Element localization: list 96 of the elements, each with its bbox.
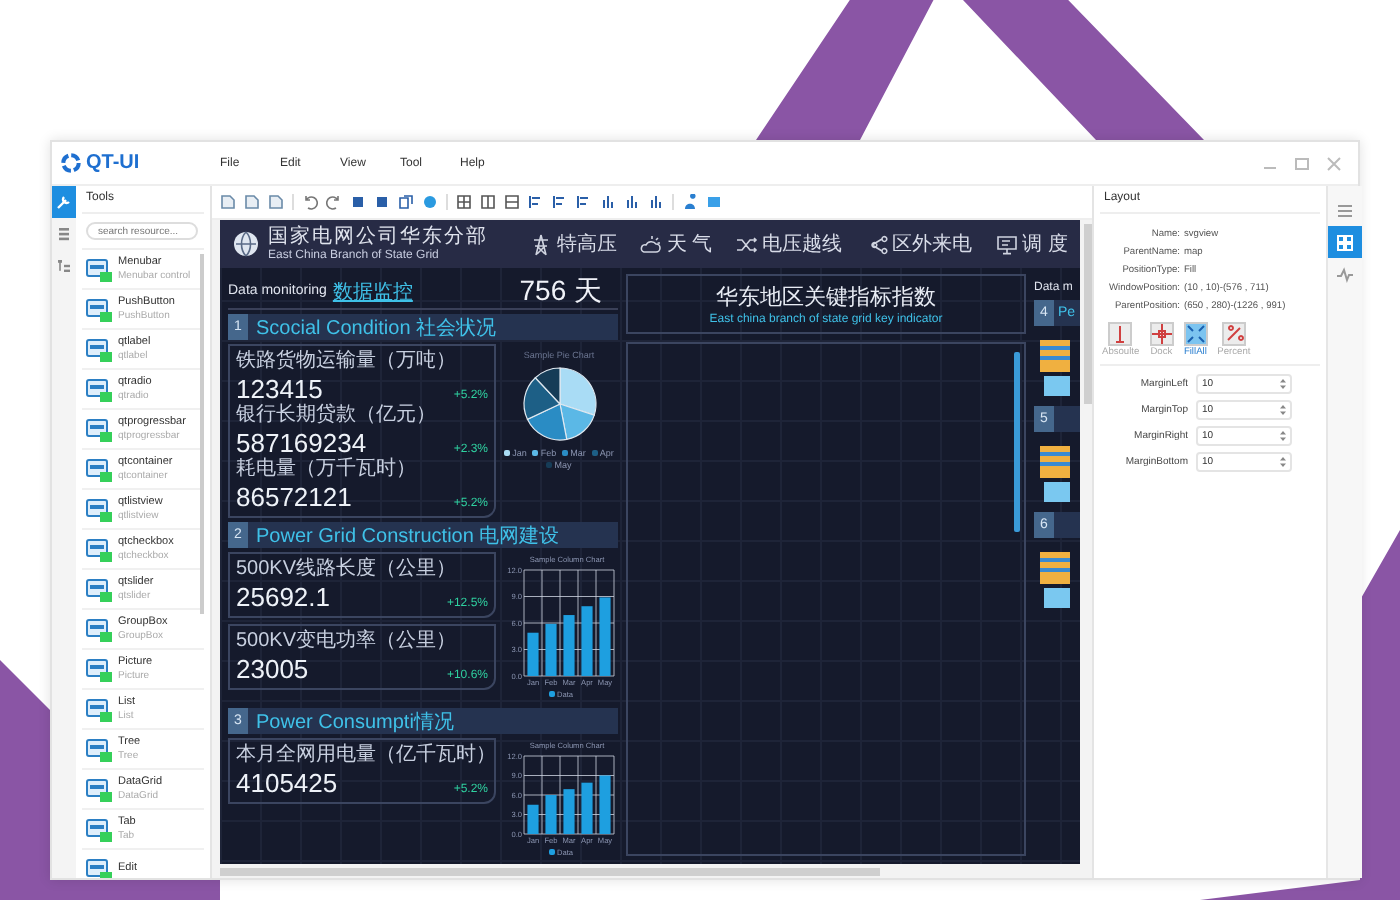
square-icon[interactable] <box>374 194 390 210</box>
scrollbar-thumb[interactable] <box>1014 352 1020 532</box>
spinner-icon[interactable] <box>1280 404 1286 416</box>
stat-value: 25692.1 <box>236 582 330 612</box>
stat-label: 铁路货物运输量（万吨） <box>236 350 458 374</box>
widget-icon[interactable] <box>86 257 112 281</box>
section-title: Power Consumpti情况 <box>256 709 454 735</box>
monitor-icon[interactable] <box>996 233 1019 255</box>
pulse-icon <box>1336 265 1354 283</box>
bars-icon[interactable] <box>624 194 640 210</box>
rows-icon[interactable] <box>504 194 520 210</box>
list-icon <box>56 226 72 242</box>
bar <box>545 623 557 676</box>
stat-label: 500KV线路长度（公里） <box>236 558 459 582</box>
stat-label: 银行长期贷款（亿元） <box>236 404 438 428</box>
stat-value: 86572121 <box>236 482 352 512</box>
bar <box>527 804 539 834</box>
cloud-icon[interactable] <box>640 233 663 255</box>
widget-icon[interactable] <box>86 417 112 441</box>
square-icon[interactable] <box>350 194 366 210</box>
shuffle-icon[interactable] <box>736 233 759 255</box>
stat-value: 23005 <box>236 654 309 684</box>
globe-emblem-icon <box>232 230 260 258</box>
widget-icon[interactable] <box>86 817 112 841</box>
bar <box>563 789 575 834</box>
nav-label[interactable]: 电压越线 <box>762 230 843 258</box>
nav-label[interactable]: 特高压 <box>556 230 617 258</box>
widget-icon[interactable] <box>86 617 112 641</box>
bars-icon[interactable] <box>648 194 664 210</box>
spinner-icon[interactable] <box>1280 456 1286 468</box>
rail-tab[interactable] <box>1328 226 1362 258</box>
widget-icon[interactable] <box>86 697 112 721</box>
widget-icon[interactable] <box>86 657 112 681</box>
stat-label: 耗电量（万千瓦时） <box>236 458 418 482</box>
section-title: Scocial Condition 社会状况 <box>256 315 497 341</box>
monitoring-link[interactable]: 数据监控 <box>332 277 413 305</box>
legend-swatch <box>549 691 555 697</box>
section-title: Power Grid Construction 电网建设 <box>256 523 560 549</box>
copy-icon[interactable] <box>398 194 414 210</box>
bar <box>527 632 539 676</box>
widget-icon[interactable] <box>86 857 112 878</box>
tower-icon[interactable] <box>530 233 553 255</box>
nav-label[interactable]: 调 度 <box>1022 230 1068 258</box>
bar <box>545 795 557 834</box>
person-icon[interactable] <box>682 194 698 210</box>
undo-icon[interactable] <box>302 194 318 210</box>
align-icon[interactable] <box>576 194 592 210</box>
widget-icon[interactable] <box>86 297 112 321</box>
globe-icon[interactable] <box>422 194 438 210</box>
scrollbar-thumb[interactable] <box>200 254 204 614</box>
indicator-title: 华东地区关键指标指数 <box>716 283 936 312</box>
widget-icon[interactable] <box>86 337 112 361</box>
expand-icon <box>1183 322 1208 346</box>
organization-name: 国家电网公司华东分部 <box>268 225 488 247</box>
bar <box>581 782 593 834</box>
grid-icon <box>1336 233 1354 251</box>
grid-icon[interactable] <box>456 194 472 210</box>
align-icon[interactable] <box>528 194 544 210</box>
list-icon <box>1336 201 1354 219</box>
widget-icon[interactable] <box>86 777 112 801</box>
page-icon[interactable] <box>220 194 236 210</box>
stat-value: 4105425 <box>236 768 338 798</box>
legend-swatch <box>549 849 555 855</box>
widget-icon[interactable] <box>86 537 112 561</box>
stat-label: 500KV变电功率（公里） <box>236 630 459 654</box>
nav-label[interactable]: 区外来电 <box>892 230 973 258</box>
bar <box>599 597 611 676</box>
widget-icon[interactable] <box>86 497 112 521</box>
spinner-icon[interactable] <box>1280 378 1286 390</box>
app-name: QT-UI <box>86 152 140 174</box>
stat-value: 123415 <box>236 374 323 404</box>
scrollbar-thumb[interactable] <box>1084 224 1092 404</box>
bars-icon[interactable] <box>600 194 616 210</box>
redo-icon[interactable] <box>326 194 342 210</box>
days-counter: 756 天 <box>519 273 602 309</box>
wrench-icon <box>56 194 72 210</box>
columns-icon[interactable] <box>480 194 496 210</box>
percent-icon <box>1221 322 1246 346</box>
bar <box>563 615 575 676</box>
logo-icon <box>60 152 82 174</box>
widget-icon[interactable] <box>86 737 112 761</box>
widget-icon[interactable] <box>86 577 112 601</box>
nav-label[interactable]: 天 气 <box>666 230 713 258</box>
stat-label: 本月全网用电量（亿千瓦时） <box>236 744 488 768</box>
widget-icon[interactable] <box>86 377 112 401</box>
pie-chart-drawing <box>522 367 596 441</box>
widget-icon[interactable] <box>86 457 112 481</box>
bar <box>599 775 611 834</box>
bar <box>581 606 593 676</box>
image-icon[interactable] <box>706 194 722 210</box>
align-icon[interactable] <box>552 194 568 210</box>
share-icon[interactable] <box>866 233 889 255</box>
spinner-icon[interactable] <box>1280 430 1286 442</box>
stat-value: 587169234 <box>236 428 367 458</box>
tree-icon <box>56 258 72 274</box>
dock-icon <box>1149 322 1174 346</box>
